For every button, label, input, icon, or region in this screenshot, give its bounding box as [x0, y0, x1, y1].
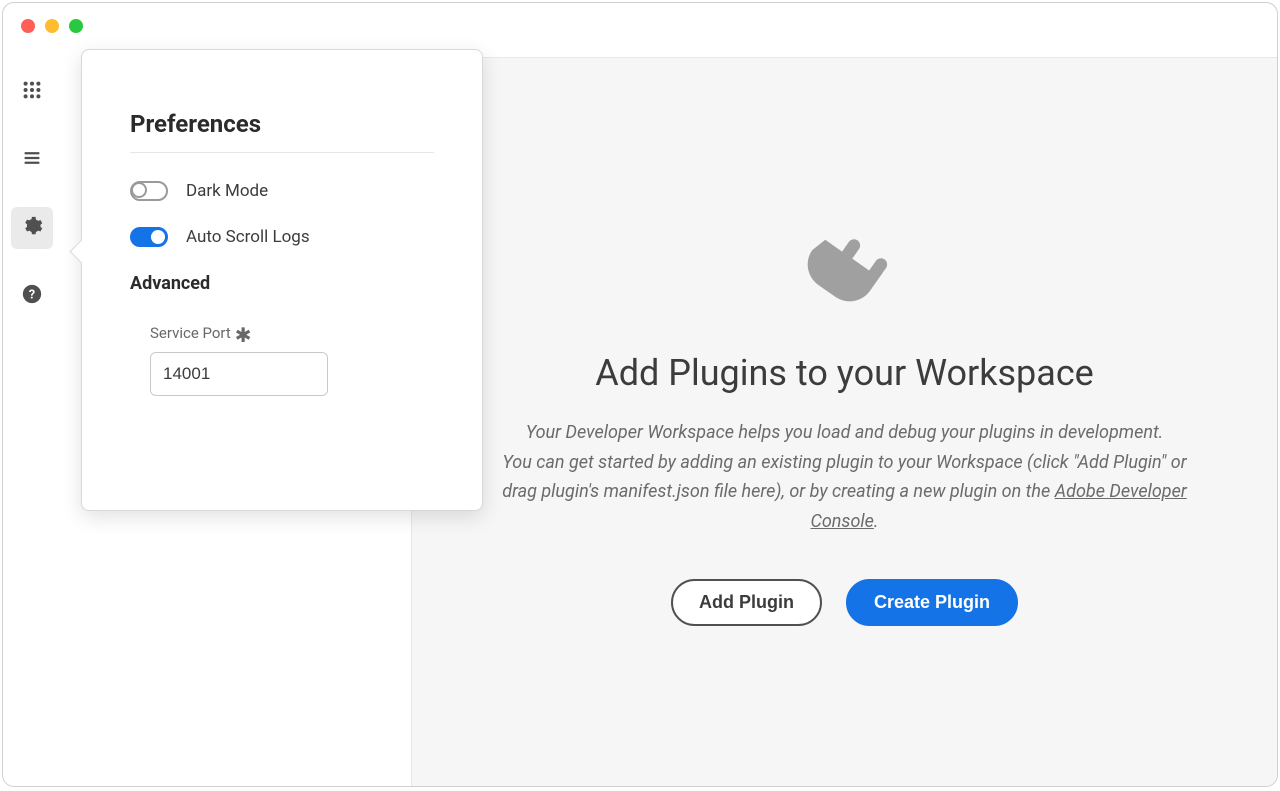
advanced-heading: Advanced	[130, 273, 434, 294]
help-icon: ?	[21, 283, 43, 309]
desc-line-2b: .	[874, 511, 879, 532]
auto-scroll-label: Auto Scroll Logs	[186, 227, 310, 247]
sidebar-item-list[interactable]	[11, 139, 53, 181]
required-asterisk: ✱	[235, 323, 252, 347]
preferences-popover: Preferences Dark Mode Auto Scroll Logs A…	[81, 49, 483, 511]
service-port-label: Service Port✱	[150, 324, 434, 342]
maximize-window-button[interactable]	[69, 19, 83, 33]
plug-icon	[795, 218, 895, 322]
main-panel: Add Plugins to your Workspace Your Devel…	[411, 57, 1277, 786]
main-description: Your Developer Workspace helps you load …	[495, 418, 1195, 537]
sidebar-item-apps[interactable]	[11, 71, 53, 113]
apps-icon	[21, 79, 43, 105]
minimize-window-button[interactable]	[45, 19, 59, 33]
desc-line-1: Your Developer Workspace helps you load …	[526, 422, 1164, 443]
service-port-label-text: Service Port	[150, 324, 231, 342]
titlebar	[3, 3, 1277, 49]
app-window: ? Add Plugins to your Workspace Your Dev…	[2, 2, 1278, 787]
sidebar: ?	[3, 49, 61, 786]
button-row: Add Plugin Create Plugin	[671, 579, 1018, 626]
auto-scroll-toggle[interactable]	[130, 227, 168, 247]
dark-mode-toggle[interactable]	[130, 181, 168, 201]
create-plugin-button[interactable]: Create Plugin	[846, 579, 1018, 626]
svg-text:?: ?	[29, 288, 35, 303]
close-window-button[interactable]	[21, 19, 35, 33]
service-port-group: Service Port✱	[150, 324, 434, 396]
pref-auto-scroll-row: Auto Scroll Logs	[130, 227, 434, 247]
main-heading: Add Plugins to your Workspace	[595, 352, 1094, 394]
pref-dark-mode-row: Dark Mode	[130, 181, 434, 201]
menu-icon	[22, 148, 42, 172]
dark-mode-label: Dark Mode	[186, 181, 268, 201]
add-plugin-button[interactable]: Add Plugin	[671, 579, 822, 626]
gear-icon	[21, 215, 43, 241]
sidebar-item-help[interactable]: ?	[11, 275, 53, 317]
preferences-title: Preferences	[130, 110, 434, 153]
sidebar-item-settings[interactable]	[11, 207, 53, 249]
service-port-stepper	[150, 352, 328, 396]
service-port-input[interactable]	[151, 353, 328, 395]
body: ? Add Plugins to your Workspace Your Dev…	[3, 49, 1277, 786]
